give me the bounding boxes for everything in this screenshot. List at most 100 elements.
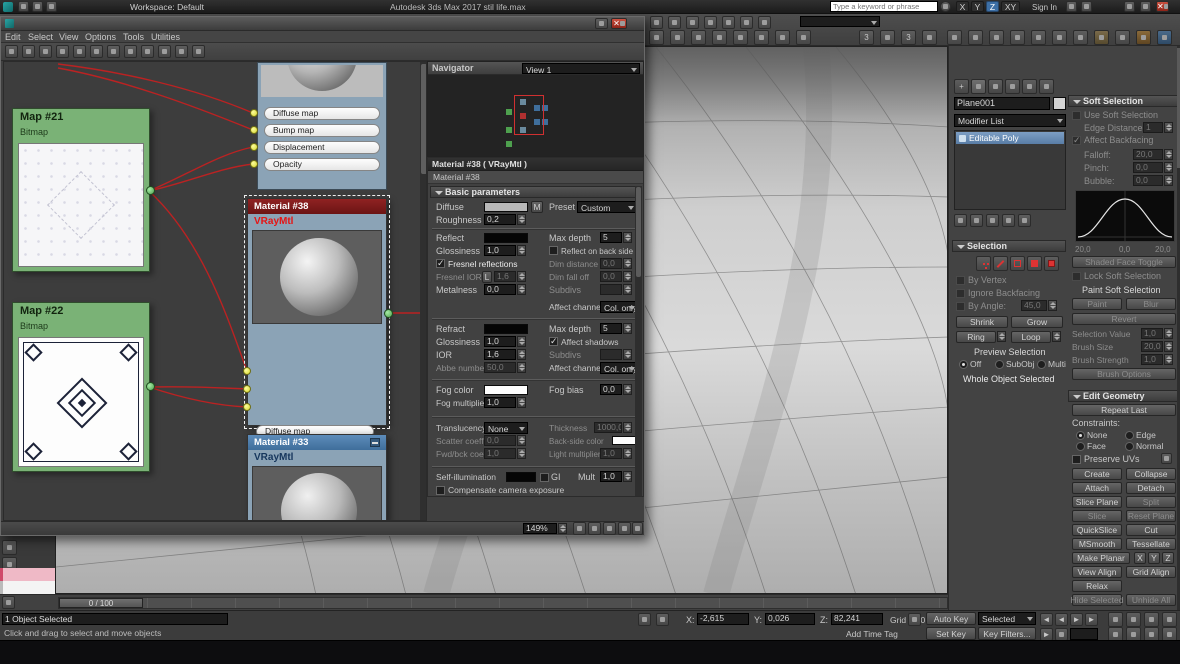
material-name-row[interactable]: Material #38	[428, 171, 643, 184]
move-icon[interactable]	[649, 30, 664, 45]
ior-spinner[interactable]	[517, 349, 526, 360]
loop-spinner[interactable]	[1052, 331, 1061, 342]
modifier-list-dropdown[interactable]: Modifier List	[954, 114, 1066, 127]
slot-displacement[interactable]: Displacement	[264, 141, 380, 154]
socket-top-displacement[interactable]	[250, 143, 258, 151]
navigator-header[interactable]: Navigator View 1	[428, 62, 643, 75]
reflect-maxdepth-field[interactable]: 5	[600, 232, 622, 243]
socket-mat38-bump[interactable]	[243, 385, 251, 393]
editor-minimize-icon[interactable]	[595, 18, 608, 29]
brush-size-spinner[interactable]	[1164, 341, 1173, 352]
scatter-coeff-field[interactable]: 0,0	[484, 435, 516, 446]
ring-button[interactable]: Ring	[956, 331, 996, 343]
repeat-last-button[interactable]: Repeat Last	[1072, 404, 1176, 416]
params-scroll-thumb[interactable]	[636, 187, 641, 277]
roughness-field[interactable]: 0,2	[484, 214, 516, 225]
editor-show-shaded-icon[interactable]	[107, 45, 120, 58]
reflect-maxdepth-spinner[interactable]	[623, 232, 632, 243]
preset-dropdown[interactable]: Custom	[577, 201, 637, 213]
show-end-result-icon[interactable]	[970, 214, 983, 227]
selection-value-spinner[interactable]	[1164, 328, 1173, 339]
planar-z-button[interactable]: Z	[1162, 552, 1174, 564]
create-button[interactable]: Create	[1072, 468, 1122, 480]
node-map21-preview[interactable]	[18, 143, 144, 267]
refract-glossiness-spinner[interactable]	[517, 336, 526, 347]
menu-utilities[interactable]: Utilities	[151, 32, 180, 43]
rotate-icon[interactable]	[670, 30, 685, 45]
editor-delete-icon[interactable]	[56, 45, 69, 58]
time-slider-handle[interactable]: 0 / 100	[59, 598, 143, 608]
help-icon[interactable]	[1081, 1, 1092, 12]
motion-tab-icon[interactable]	[1005, 79, 1020, 94]
fog-multiplier-spinner[interactable]	[517, 397, 526, 408]
save-icon[interactable]	[18, 1, 29, 12]
backside-color-swatch[interactable]	[612, 436, 636, 445]
rollout-selection[interactable]: Selection	[952, 240, 1066, 252]
reflect-glossiness-spinner[interactable]	[517, 245, 526, 256]
bind-spacewarp-icon[interactable]	[758, 16, 771, 29]
constraint-normal-radio[interactable]	[1125, 442, 1134, 451]
layer-manager-icon[interactable]	[1010, 30, 1025, 45]
use-soft-selection-checkbox[interactable]	[1072, 111, 1081, 120]
dim-falloff-field[interactable]: 0,0	[600, 271, 622, 282]
menu-options[interactable]: Options	[85, 32, 116, 43]
render-production-icon[interactable]	[1157, 30, 1172, 45]
open-mini-listener-icon[interactable]	[2, 596, 15, 609]
search-input[interactable]	[830, 1, 938, 12]
set-key-button[interactable]: Set Key	[926, 627, 976, 640]
dim-distance-spinner[interactable]	[623, 258, 632, 269]
brush-strength-spinner[interactable]	[1164, 354, 1173, 365]
editor-zoom-spinner[interactable]	[558, 523, 567, 534]
unlink-icon[interactable]	[740, 16, 753, 29]
rectangular-region-icon[interactable]	[686, 16, 699, 29]
gi-checkbox[interactable]	[540, 473, 549, 482]
zoom-extents-icon[interactable]	[1108, 612, 1123, 627]
editor-resize-grip-icon[interactable]	[632, 522, 643, 535]
node-mat33-preview[interactable]	[252, 466, 382, 520]
light-multiplier-spinner[interactable]	[623, 448, 632, 459]
fwdbck-field[interactable]: 1,0	[484, 448, 516, 459]
pin-stack-icon[interactable]	[954, 214, 967, 227]
menu-view[interactable]: View	[59, 32, 78, 43]
undo-icon[interactable]	[32, 1, 43, 12]
brush-strength-field[interactable]: 1,0	[1141, 354, 1163, 365]
light-multiplier-field[interactable]: 1,0	[600, 448, 622, 459]
editor-zoom-extents-icon[interactable]	[618, 522, 631, 535]
slot-opacity[interactable]: Opacity	[264, 158, 380, 171]
redo-icon[interactable]	[46, 1, 57, 12]
affect-backfacing-checkbox[interactable]	[1072, 135, 1081, 146]
ribbon-toggle-icon[interactable]	[1031, 30, 1046, 45]
thickness-spinner[interactable]	[623, 422, 632, 433]
diffuse-color-swatch[interactable]	[484, 202, 528, 212]
axis-y-button[interactable]: Y	[971, 1, 984, 12]
hierarchy-tab-icon[interactable]	[988, 79, 1003, 94]
tessellate-button[interactable]: Tessellate	[1126, 538, 1176, 550]
fog-bias-field[interactable]: 0,0	[600, 384, 622, 395]
falloff-field[interactable]: 20,0	[1133, 149, 1163, 160]
zoom-all-icon[interactable]	[1126, 612, 1141, 627]
modifier-stack[interactable]: Editable Poly	[954, 130, 1066, 210]
utilities-tab-icon[interactable]	[1039, 79, 1054, 94]
node-view[interactable]: Diffuse map Bump map Displacement Opacit…	[3, 61, 427, 521]
object-name-field[interactable]: Plane001	[954, 97, 1050, 110]
play-icon[interactable]: ►	[1070, 613, 1083, 626]
edge-distance-field[interactable]: 1	[1143, 122, 1163, 133]
msmooth-button[interactable]: MSmooth	[1072, 538, 1122, 550]
auto-key-button[interactable]: Auto Key	[926, 612, 976, 625]
shrink-button[interactable]: Shrink	[956, 316, 1008, 328]
slate-material-editor-window[interactable]: Edit Select View Options Tools Utilities	[0, 16, 645, 536]
reflect-subdivs-field[interactable]	[600, 284, 622, 295]
time-slider-groove[interactable]: 0 / 100	[58, 597, 948, 609]
field-of-view-icon[interactable]	[1144, 612, 1159, 627]
notification-icon[interactable]	[1066, 1, 1077, 12]
socket-map22-output[interactable]	[146, 382, 155, 391]
thickness-field[interactable]: 1000,0	[594, 422, 622, 433]
by-angle-checkbox[interactable]	[956, 302, 965, 311]
refract-glossiness-field[interactable]: 1,0	[484, 336, 516, 347]
dim-falloff-spinner[interactable]	[623, 271, 632, 282]
configure-modifier-sets-icon[interactable]	[1018, 214, 1031, 227]
reset-plane-button[interactable]: Reset Plane	[1126, 510, 1176, 522]
angle-snap-icon[interactable]	[880, 30, 895, 45]
by-vertex-checkbox[interactable]	[956, 276, 965, 285]
selection-value-field[interactable]: 1,0	[1141, 328, 1163, 339]
